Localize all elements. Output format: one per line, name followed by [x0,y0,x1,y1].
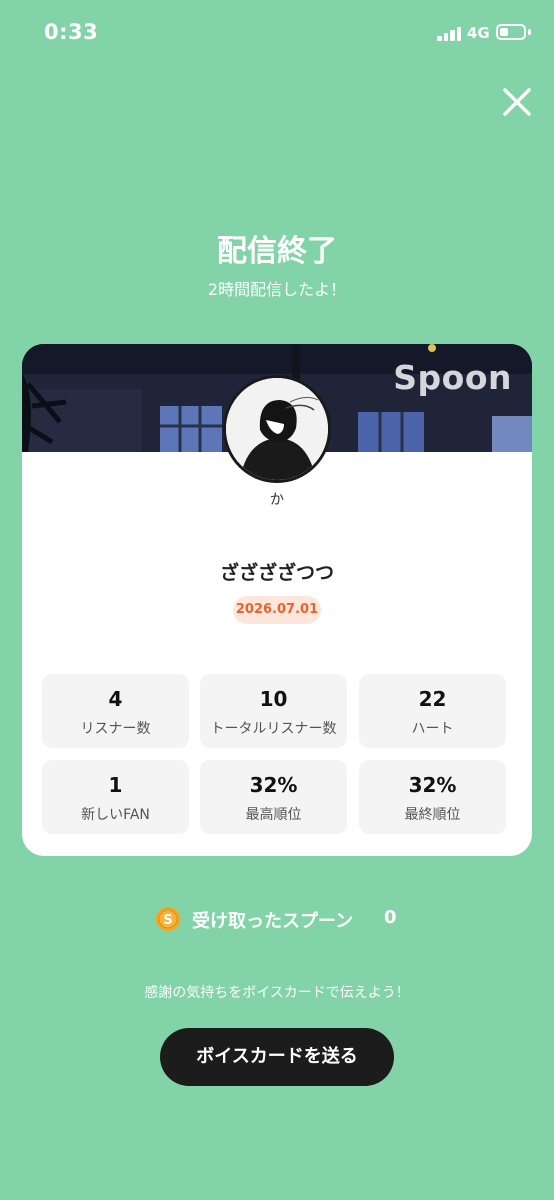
stat-final-rank: 32% 最終順位 [359,760,506,834]
close-icon [503,88,531,116]
spoon-logo: Spoon [393,358,512,397]
network-type: 4G [467,24,490,42]
spoon-coin-icon: S [156,907,180,931]
stat-label: ハート [411,721,454,737]
stat-label: 新しいFAN [81,807,150,823]
broadcast-summary-card: Spoon か ざざざざつつ 2026.07.01 4 リスナー数 10 トータ… [22,344,532,856]
broadcast-end-screen: 0:33 4G 配信終了 2時間配信したよ！ Spoon か ざざざざつつ 20… [0,0,554,1200]
stat-new-fans: 1 新しいFAN [42,760,189,834]
avatar-image [226,378,328,480]
spoon-count: 0 [384,907,397,928]
stat-value: 1 [108,773,123,797]
stat-value: 10 [259,687,288,711]
spoon-label: 受け取ったスプーン [192,911,354,932]
stat-value: 32% [408,773,457,797]
thanks-message: 感謝の気持ちをボイスカードで伝えよう！ [144,985,410,1001]
signal-icon [437,26,463,41]
received-spoons: S 受け取ったスプーン 0 [0,904,554,934]
battery-cap [528,29,531,35]
stat-label: 最終順位 [404,807,461,823]
stat-highest-rank: 32% 最高順位 [200,760,347,834]
status-time: 0:33 [44,20,99,44]
stat-label: 最高順位 [245,807,302,823]
stat-total-listeners: 10 トータルリスナー数 [200,674,347,748]
close-button[interactable] [497,82,537,122]
stat-hearts: 22 ハート [359,674,506,748]
page-title: 配信終了 [217,234,337,269]
stat-label: トータルリスナー数 [210,721,337,737]
stat-label: リスナー数 [80,721,151,737]
date-badge: 2026.07.01 [233,596,321,624]
send-voice-card-button[interactable]: ボイスカードを送る [160,1028,394,1086]
stream-title: ざざざざつつ [219,562,334,584]
coin-letter: S [163,913,172,928]
stat-value: 22 [418,687,447,711]
stat-value: 4 [108,687,123,711]
stat-listeners: 4 リスナー数 [42,674,189,748]
stat-value: 32% [249,773,298,797]
page-subtitle: 2時間配信したよ！ [207,280,347,299]
battery-icon [496,24,526,40]
status-bar: 0:33 4G [0,0,554,66]
username: か [270,492,284,508]
avatar[interactable] [223,375,331,483]
